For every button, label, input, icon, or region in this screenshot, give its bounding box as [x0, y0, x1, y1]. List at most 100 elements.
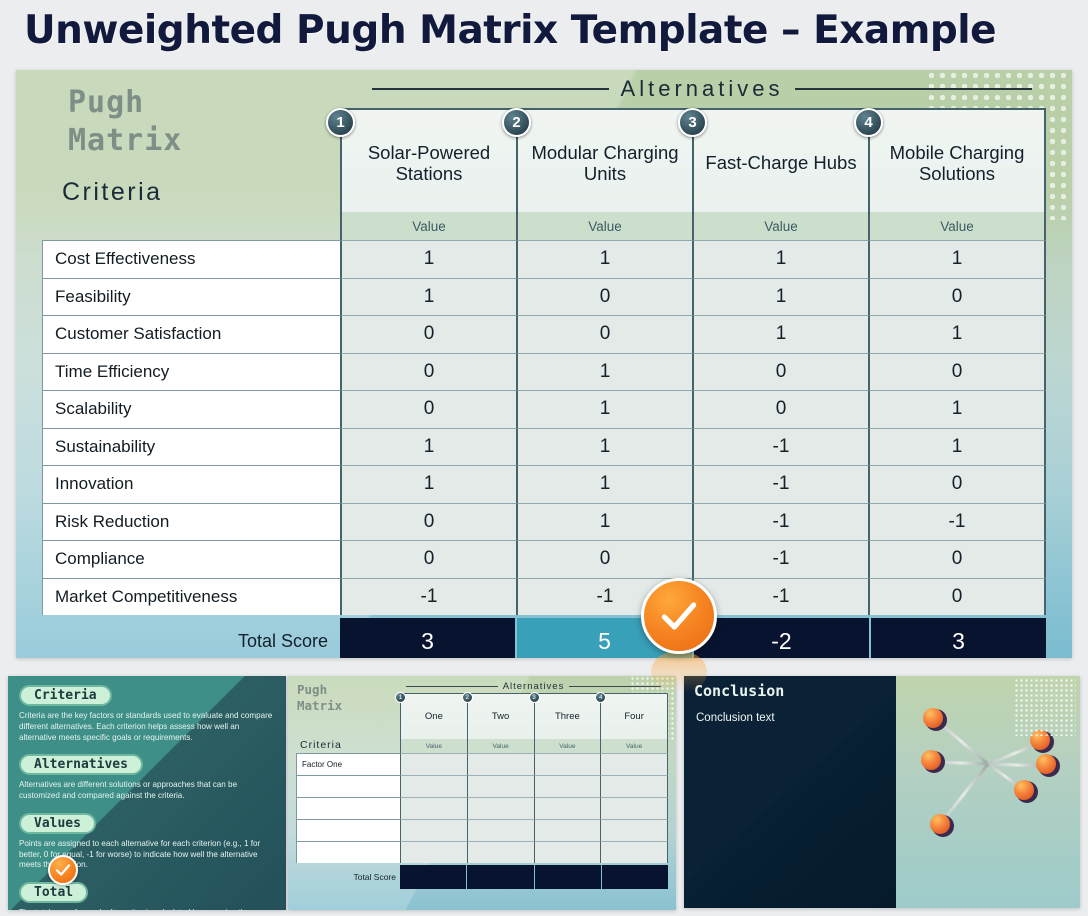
- table-row[interactable]: Innovation 1 1 -1 0: [42, 465, 1046, 503]
- mini-score-cell[interactable]: [600, 753, 668, 775]
- score-cell[interactable]: -1: [340, 577, 516, 615]
- mini-banner-line-left: [406, 686, 498, 687]
- score-cell[interactable]: 1: [340, 465, 516, 503]
- alternative-header-2[interactable]: 2 Modular Charging Units: [502, 108, 692, 212]
- score-cell[interactable]: 0: [692, 390, 868, 428]
- mini-score-cell[interactable]: [600, 775, 668, 797]
- mini-value-header-4: Value: [600, 739, 668, 753]
- mini-score-cell[interactable]: [466, 775, 534, 797]
- mini-table-row[interactable]: [296, 819, 668, 841]
- score-cell[interactable]: 0: [692, 352, 868, 390]
- table-row[interactable]: Sustainability 1 1 -1 1: [42, 427, 1046, 465]
- alternative-header-3[interactable]: 3 Fast-Charge Hubs: [678, 108, 868, 212]
- conclusion-body-text[interactable]: Conclusion text: [696, 712, 775, 724]
- table-row[interactable]: Customer Satisfaction 0 0 1 1: [42, 315, 1046, 353]
- mini-score-cell[interactable]: [533, 775, 601, 797]
- mini-alternative-header-4[interactable]: 4 Four: [595, 692, 668, 739]
- mini-score-cell[interactable]: [400, 753, 467, 775]
- score-cell[interactable]: 0: [516, 540, 692, 578]
- mini-alternative-header-2[interactable]: 2 Two: [461, 692, 534, 739]
- mini-score-cell[interactable]: [466, 797, 534, 819]
- mini-header-row: 1 One 2 Two 3 Three 4 Four: [296, 692, 668, 739]
- mini-total-label: Total Score: [353, 872, 396, 882]
- table-row[interactable]: Scalability 0 1 0 1: [42, 390, 1046, 428]
- score-cell[interactable]: 1: [516, 352, 692, 390]
- mini-score-cell[interactable]: [466, 753, 534, 775]
- score-cell[interactable]: -1: [692, 465, 868, 503]
- score-cell[interactable]: 1: [868, 315, 1046, 353]
- alternative-header-1[interactable]: 1 Solar-Powered Stations: [326, 108, 516, 212]
- score-cell[interactable]: 1: [340, 427, 516, 465]
- score-cell[interactable]: 0: [340, 352, 516, 390]
- mini-value-header-2: Value: [466, 739, 534, 753]
- blank-matrix-thumbnail[interactable]: Pugh Matrix Alternatives Criteria 1 One …: [288, 676, 676, 910]
- score-cell[interactable]: 0: [340, 502, 516, 540]
- mini-table-row[interactable]: [296, 841, 668, 863]
- score-cell[interactable]: 0: [340, 540, 516, 578]
- score-cell[interactable]: 1: [516, 240, 692, 278]
- mini-criterion-name: [296, 841, 400, 863]
- mini-score-cell[interactable]: [600, 841, 668, 863]
- mini-total-row: Total Score: [296, 865, 668, 889]
- score-cell[interactable]: -1: [692, 502, 868, 540]
- mini-score-cell[interactable]: [600, 797, 668, 819]
- mini-alternatives-label: Alternatives: [502, 681, 565, 692]
- score-cell[interactable]: 1: [692, 240, 868, 278]
- mini-table-row[interactable]: [296, 797, 668, 819]
- mini-score-cell[interactable]: [400, 819, 467, 841]
- table-row[interactable]: Risk Reduction 0 1 -1 -1: [42, 502, 1046, 540]
- total-score-3: -2: [694, 618, 871, 658]
- score-cell[interactable]: 1: [692, 277, 868, 315]
- score-cell[interactable]: 1: [340, 240, 516, 278]
- mini-score-cell[interactable]: [466, 819, 534, 841]
- score-cell[interactable]: -1: [692, 427, 868, 465]
- mini-table: 1 One 2 Two 3 Three 4 Four Value Value V…: [296, 692, 668, 889]
- mini-score-cell[interactable]: [533, 819, 601, 841]
- score-cell[interactable]: -1: [692, 577, 868, 615]
- alternative-badge-3: 3: [678, 108, 707, 137]
- table-row[interactable]: Time Efficiency 0 1 0 0: [42, 352, 1046, 390]
- score-cell[interactable]: 1: [868, 390, 1046, 428]
- mini-table-row[interactable]: [296, 775, 668, 797]
- score-cell[interactable]: 0: [516, 277, 692, 315]
- score-cell[interactable]: 0: [868, 352, 1046, 390]
- score-cell[interactable]: 1: [516, 390, 692, 428]
- mini-score-cell[interactable]: [533, 753, 601, 775]
- score-cell[interactable]: 0: [340, 390, 516, 428]
- mini-alternative-header-1[interactable]: 1 One: [395, 692, 467, 739]
- mini-score-cell[interactable]: [400, 797, 467, 819]
- mini-score-cell[interactable]: [466, 841, 534, 863]
- conclusion-panel[interactable]: Conclusion Conclusion text: [684, 676, 1080, 908]
- score-cell[interactable]: 0: [868, 577, 1046, 615]
- mini-score-cell[interactable]: [400, 841, 467, 863]
- table-row[interactable]: Feasibility 1 0 1 0: [42, 277, 1046, 315]
- table-row[interactable]: Compliance 0 0 -1 0: [42, 540, 1046, 578]
- score-cell[interactable]: 1: [868, 427, 1046, 465]
- score-cell[interactable]: 1: [340, 277, 516, 315]
- table-row[interactable]: Market Competitiveness -1 -1 -1 0: [42, 577, 1046, 615]
- score-cell[interactable]: 1: [868, 240, 1046, 278]
- criterion-name: Risk Reduction: [42, 502, 340, 540]
- mini-criterion-name: Factor One: [296, 753, 400, 775]
- score-cell[interactable]: 0: [868, 540, 1046, 578]
- score-cell[interactable]: -1: [692, 540, 868, 578]
- score-cell[interactable]: 1: [692, 315, 868, 353]
- mini-score-cell[interactable]: [533, 797, 601, 819]
- score-cell[interactable]: 1: [516, 465, 692, 503]
- mini-score-cell[interactable]: [600, 819, 668, 841]
- score-cell[interactable]: 0: [868, 277, 1046, 315]
- mini-alternative-header-3[interactable]: 3 Three: [528, 692, 601, 739]
- mini-score-cell[interactable]: [400, 775, 467, 797]
- mini-value-row: Value Value Value Value: [296, 739, 668, 753]
- score-cell[interactable]: 0: [868, 465, 1046, 503]
- table-row[interactable]: Cost Effectiveness 1 1 1 1: [42, 240, 1046, 278]
- score-cell[interactable]: 0: [340, 315, 516, 353]
- score-cell[interactable]: 1: [516, 427, 692, 465]
- mini-table-row[interactable]: Factor One: [296, 753, 668, 775]
- alternative-header-4[interactable]: 4 Mobile Charging Solutions: [854, 108, 1046, 212]
- score-cell[interactable]: 0: [516, 315, 692, 353]
- mini-score-cell[interactable]: [533, 841, 601, 863]
- score-cell[interactable]: 1: [516, 502, 692, 540]
- score-cell[interactable]: -1: [868, 502, 1046, 540]
- total-score-label: Total Score: [237, 630, 328, 651]
